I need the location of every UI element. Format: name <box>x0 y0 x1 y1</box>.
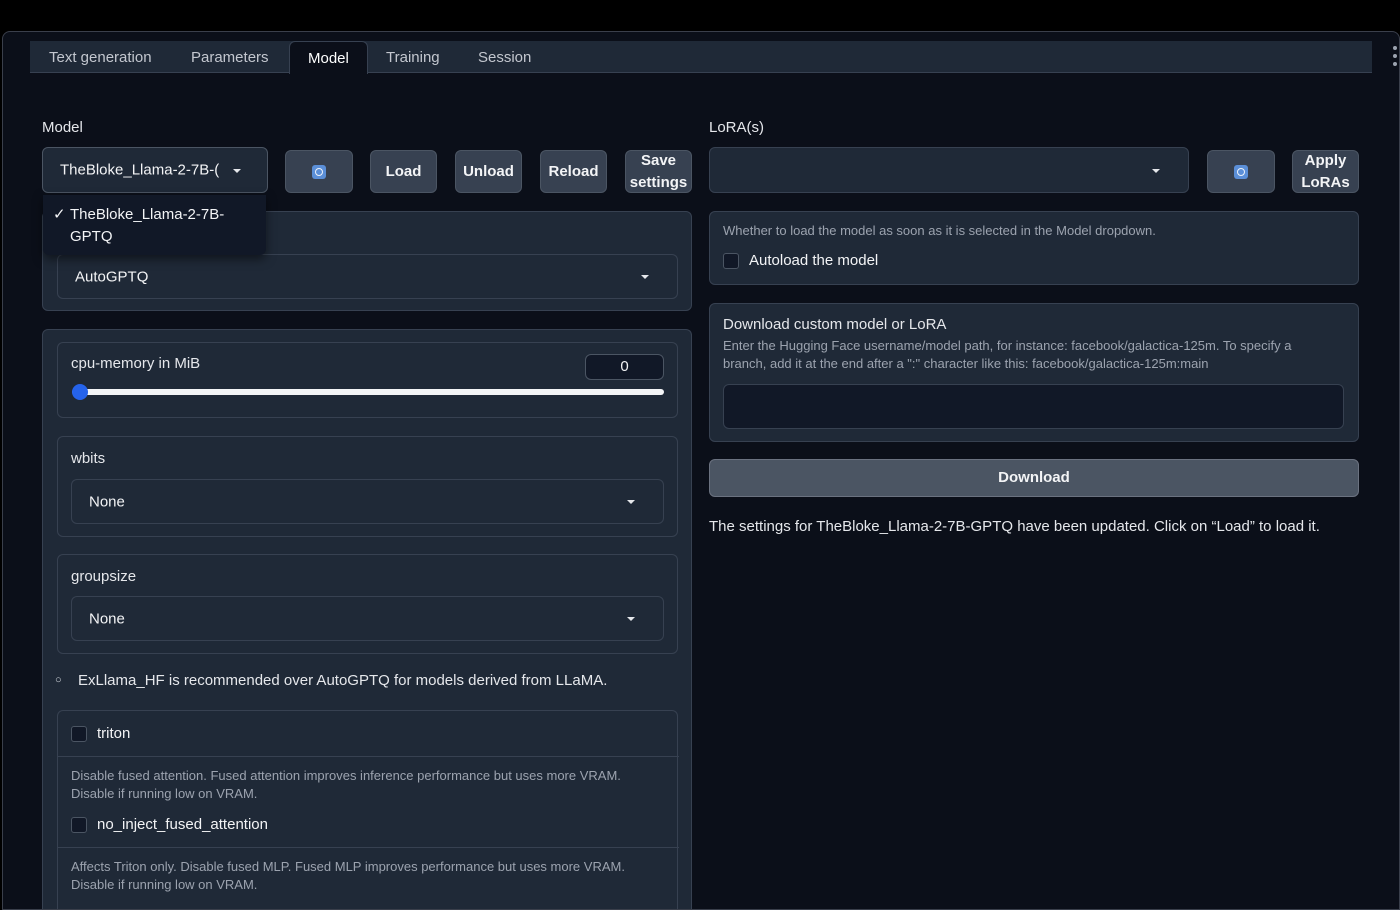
chevron-down-icon <box>641 275 649 279</box>
chevron-down-icon <box>627 500 635 504</box>
model-option[interactable]: TheBloke_Llama-2-7B-GPTQ <box>70 204 250 248</box>
fused-mlp-info: Affects Triton only. Disable fused MLP. … <box>71 859 625 892</box>
triton-label: triton <box>97 725 131 742</box>
tab-parameters[interactable]: Parameters <box>173 41 287 73</box>
groupsize-dropdown-value: None <box>89 610 125 627</box>
download-title: Download custom model or LoRA <box>723 316 947 333</box>
wbits-dropdown-value: None <box>89 493 125 510</box>
loader-dropdown[interactable]: AutoGPTQ <box>57 254 678 299</box>
groupsize-label: groupsize <box>71 568 137 585</box>
cpu-memory-slider[interactable] <box>72 389 664 395</box>
wbits-panel: wbits None <box>57 436 678 537</box>
autoload-block: Whether to load the model as soon as it … <box>709 211 1359 285</box>
tab-session[interactable]: Session <box>460 41 549 73</box>
apply-loras-button[interactable]: Apply LoRAs <box>1292 150 1359 193</box>
cpu-memory-slider-handle[interactable] <box>72 384 88 400</box>
app-window: Text generation Parameters Model Trainin… <box>2 31 1400 910</box>
divider <box>58 847 679 848</box>
tab-text-generation[interactable]: Text generation <box>31 41 170 73</box>
no-inject-info: Disable fused attention. Fused attention… <box>71 768 621 801</box>
chevron-down-icon <box>627 617 635 621</box>
tab-bar: Text generation Parameters Model Trainin… <box>30 41 1372 74</box>
model-dropdown-value: TheBloke_Llama-2-7B-( <box>60 161 220 179</box>
download-block: Download custom model or LoRA Enter the … <box>709 303 1359 442</box>
refresh-models-button[interactable] <box>285 150 353 193</box>
no-inject-fused-attention-label: no_inject_fused_attention <box>97 816 268 833</box>
download-path-input[interactable] <box>723 384 1344 429</box>
download-info: Enter the Hugging Face username/model pa… <box>723 338 1292 371</box>
status-message: The settings for TheBloke_Llama-2-7B-GPT… <box>709 518 1320 535</box>
divider <box>58 756 679 757</box>
checkmark-icon: ✓ <box>53 206 66 223</box>
save-settings-button[interactable]: Save settings <box>625 150 692 193</box>
triton-checkbox[interactable] <box>71 726 87 742</box>
chevron-down-icon <box>1152 169 1160 173</box>
wbits-dropdown[interactable]: None <box>71 479 664 524</box>
bullet-icon: ○ <box>55 674 62 686</box>
refresh-icon <box>312 164 326 179</box>
autoload-info: Whether to load the model as soon as it … <box>723 223 1156 238</box>
autoload-checkbox[interactable] <box>723 253 739 269</box>
unload-button[interactable]: Unload <box>455 150 522 193</box>
refresh-icon <box>1234 164 1248 179</box>
cpu-memory-label: cpu-memory in MiB <box>71 355 201 372</box>
loader-params-block: cpu-memory in MiB 0 wbits None groupsize… <box>42 329 692 909</box>
model-dropdown-menu: ✓ TheBloke_Llama-2-7B-GPTQ <box>43 195 266 255</box>
cpu-memory-number-input[interactable]: 0 <box>585 354 664 380</box>
lora-label: LoRA(s) <box>709 119 765 136</box>
loader-dropdown-value: AutoGPTQ <box>75 268 149 285</box>
autoload-label: Autoload the model <box>749 252 879 269</box>
load-button[interactable]: Load <box>370 150 437 193</box>
groupsize-dropdown[interactable]: None <box>71 596 664 641</box>
reload-button[interactable]: Reload <box>540 150 607 193</box>
wbits-label: wbits <box>71 450 106 467</box>
cpu-memory-panel: cpu-memory in MiB 0 <box>57 342 678 418</box>
refresh-loras-button[interactable] <box>1207 150 1275 193</box>
tab-model[interactable]: Model <box>289 41 368 74</box>
lora-dropdown[interactable] <box>709 147 1189 193</box>
options-panel: triton Disable fused attention. Fused at… <box>57 710 679 909</box>
more-options-icon[interactable] <box>1391 46 1399 66</box>
chevron-down-icon <box>233 169 241 173</box>
model-label: Model <box>42 119 83 136</box>
model-dropdown[interactable]: TheBloke_Llama-2-7B-( <box>42 147 268 193</box>
recommendation-text: ExLlama_HF is recommended over AutoGPTQ … <box>78 672 608 689</box>
tab-training[interactable]: Training <box>368 41 458 73</box>
no-inject-fused-attention-checkbox[interactable] <box>71 817 87 833</box>
groupsize-panel: groupsize None <box>57 554 678 654</box>
download-button[interactable]: Download <box>709 459 1359 497</box>
